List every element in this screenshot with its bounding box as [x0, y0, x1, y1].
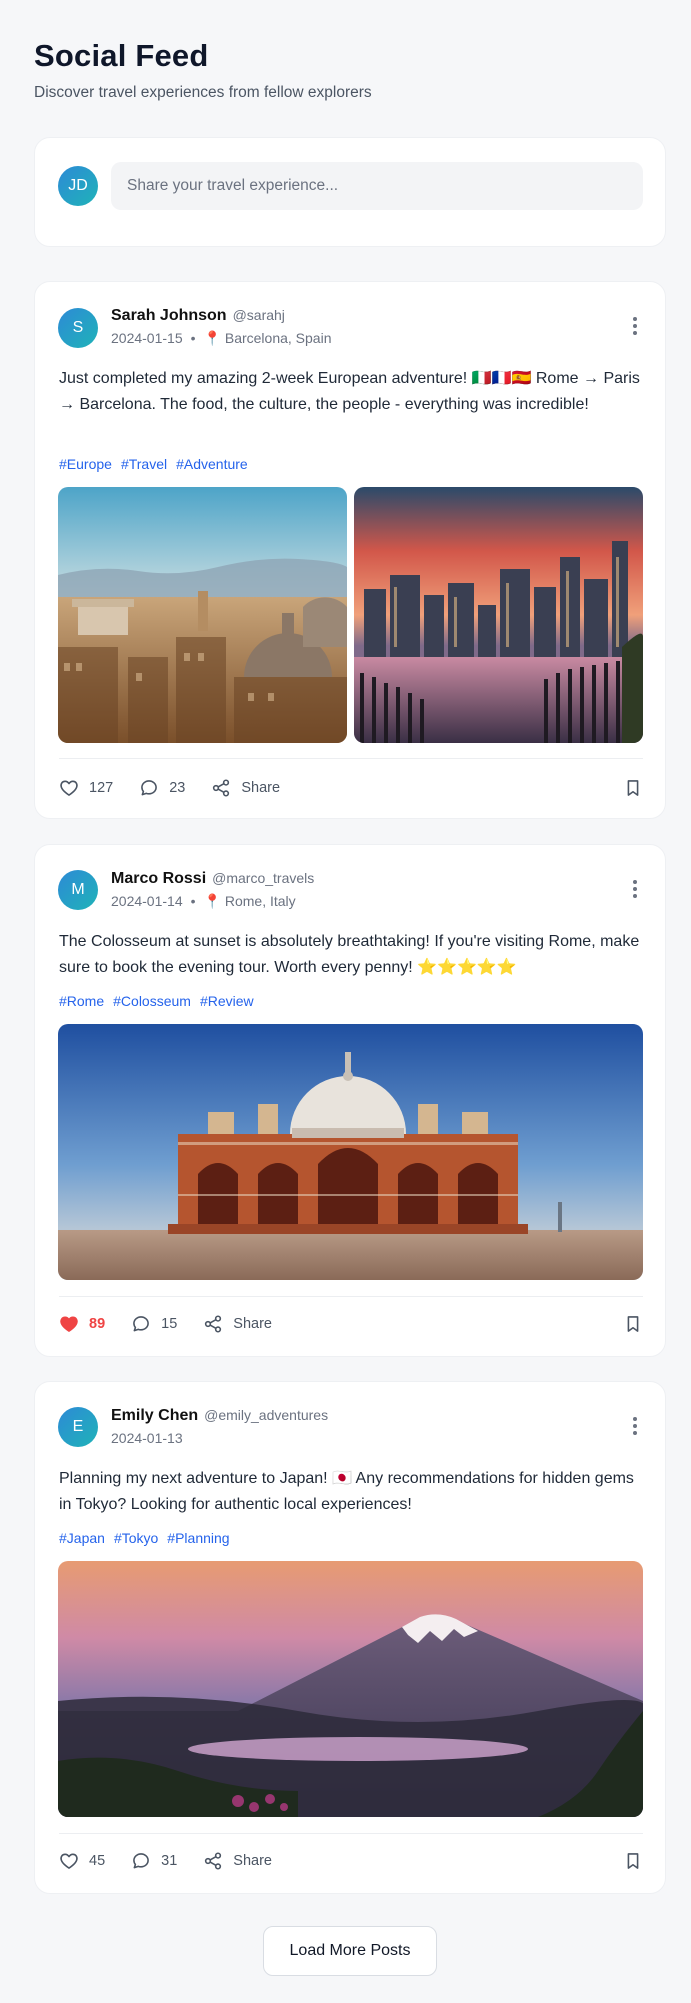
post-image-rome[interactable]: [58, 487, 347, 743]
hashtag[interactable]: #Japan: [59, 1530, 105, 1546]
post-tags: #Europe #Travel #Adventure: [59, 456, 257, 472]
more-options-icon[interactable]: [625, 1416, 645, 1436]
author-handle[interactable]: @emily_adventures: [204, 1407, 328, 1423]
post-actions: 127 23 Share: [59, 776, 643, 800]
comment-count: 23: [169, 780, 186, 796]
share-icon: [203, 1851, 223, 1871]
avatar: S: [58, 308, 98, 348]
bookmark-icon[interactable]: [623, 1851, 643, 1871]
load-more-button[interactable]: Load More Posts: [263, 1926, 437, 1976]
comment-button[interactable]: 31: [131, 1851, 177, 1871]
share-icon: [203, 1314, 223, 1334]
post-image-skyline[interactable]: [354, 487, 643, 743]
like-count: 127: [89, 780, 114, 796]
avatar: JD: [58, 166, 98, 206]
share-button[interactable]: Share: [203, 1314, 272, 1334]
hashtag[interactable]: #Review: [200, 993, 254, 1009]
post-tags: #Rome #Colosseum #Review: [59, 993, 263, 1009]
post-divider: [59, 1296, 643, 1297]
post-text: The Colosseum at sunset is absolutely br…: [59, 933, 640, 976]
post-author: Emily Chen @emily_adventures: [111, 1407, 328, 1425]
post-actions: 45 31 Share: [59, 1849, 643, 1873]
comment-icon: [139, 778, 159, 798]
avatar: E: [58, 1407, 98, 1447]
post-text: Planning my next adventure to Japan! 🇯🇵 …: [59, 1470, 634, 1513]
post-image-fuji[interactable]: [58, 1561, 643, 1817]
post-author: Marco Rossi @marco_travels: [111, 870, 314, 888]
post-image-monument[interactable]: [58, 1024, 643, 1280]
comment-icon: [131, 1314, 151, 1334]
post-location: 📍 Barcelona, Spain: [203, 330, 332, 346]
more-options-icon[interactable]: [625, 316, 645, 336]
post-date: 2024-01-13: [111, 1430, 183, 1446]
post-card: E Emily Chen @emily_adventures 2024-01-13…: [34, 1381, 666, 1894]
post-meta: 2024-01-15 • 📍 Barcelona, Spain: [111, 330, 331, 347]
post-divider: [59, 1833, 643, 1834]
post-location: 📍 Rome, Italy: [203, 893, 296, 909]
author-handle[interactable]: @marco_travels: [212, 870, 314, 886]
page-subtitle: Discover travel experiences from fellow …: [34, 84, 372, 101]
hashtag[interactable]: #Colosseum: [113, 993, 191, 1009]
like-button[interactable]: 89: [59, 1314, 105, 1334]
comment-count: 15: [161, 1316, 178, 1332]
comment-button[interactable]: 23: [139, 778, 185, 798]
like-count: 89: [89, 1316, 106, 1332]
share-label: Share: [233, 1853, 272, 1869]
page-title: Social Feed: [34, 38, 209, 73]
post-meta: 2024-01-14 • 📍 Rome, Italy: [111, 893, 296, 910]
share-button[interactable]: Share: [203, 1851, 272, 1871]
comment-button[interactable]: 15: [131, 1314, 177, 1334]
post-date: 2024-01-15: [111, 330, 183, 346]
share-icon: [211, 778, 231, 798]
share-label: Share: [241, 780, 281, 796]
post-text: Just completed my amazing 2-week Europea…: [59, 370, 640, 413]
post-tags: #Japan #Tokyo #Planning: [59, 1530, 239, 1546]
post-card: M Marco Rossi @marco_travels 2024-01-14 • 📍…: [34, 844, 666, 1357]
author-name[interactable]: Emily Chen: [111, 1407, 198, 1424]
author-name[interactable]: Marco Rossi: [111, 870, 206, 887]
post-author: Sarah Johnson @sarahj: [111, 307, 285, 325]
bookmark-icon[interactable]: [623, 1314, 643, 1334]
comment-icon: [131, 1851, 151, 1871]
author-handle[interactable]: @sarahj: [233, 307, 285, 323]
hashtag[interactable]: #Adventure: [176, 456, 248, 472]
hashtag[interactable]: #Travel: [121, 456, 167, 472]
like-button[interactable]: 45: [59, 1851, 105, 1871]
like-button[interactable]: 127: [59, 778, 113, 798]
avatar: M: [58, 870, 98, 910]
share-button[interactable]: Share: [211, 778, 280, 798]
author-name[interactable]: Sarah Johnson: [111, 307, 227, 324]
share-experience-input[interactable]: [111, 162, 643, 210]
post-card: S Sarah Johnson @sarahj 2024-01-15 • 📍 Barc…: [34, 281, 666, 819]
post-date: 2024-01-14: [111, 893, 183, 909]
meta-separator: •: [190, 893, 196, 909]
heart-filled-icon: [59, 1314, 79, 1334]
heart-icon: [59, 778, 79, 798]
hashtag[interactable]: #Tokyo: [114, 1530, 158, 1546]
like-count: 45: [89, 1853, 106, 1869]
hashtag[interactable]: #Planning: [167, 1530, 229, 1546]
heart-icon: [59, 1851, 79, 1871]
comment-count: 31: [161, 1853, 178, 1869]
post-actions: 89 15 Share: [59, 1312, 643, 1336]
post-meta: 2024-01-13: [111, 1430, 183, 1446]
bookmark-icon[interactable]: [623, 778, 643, 798]
share-label: Share: [233, 1316, 272, 1332]
post-composer: JD: [34, 137, 666, 247]
more-options-icon[interactable]: [625, 879, 645, 899]
hashtag[interactable]: #Europe: [59, 456, 112, 472]
hashtag[interactable]: #Rome: [59, 993, 104, 1009]
post-divider: [59, 758, 643, 759]
meta-separator: •: [190, 330, 196, 346]
